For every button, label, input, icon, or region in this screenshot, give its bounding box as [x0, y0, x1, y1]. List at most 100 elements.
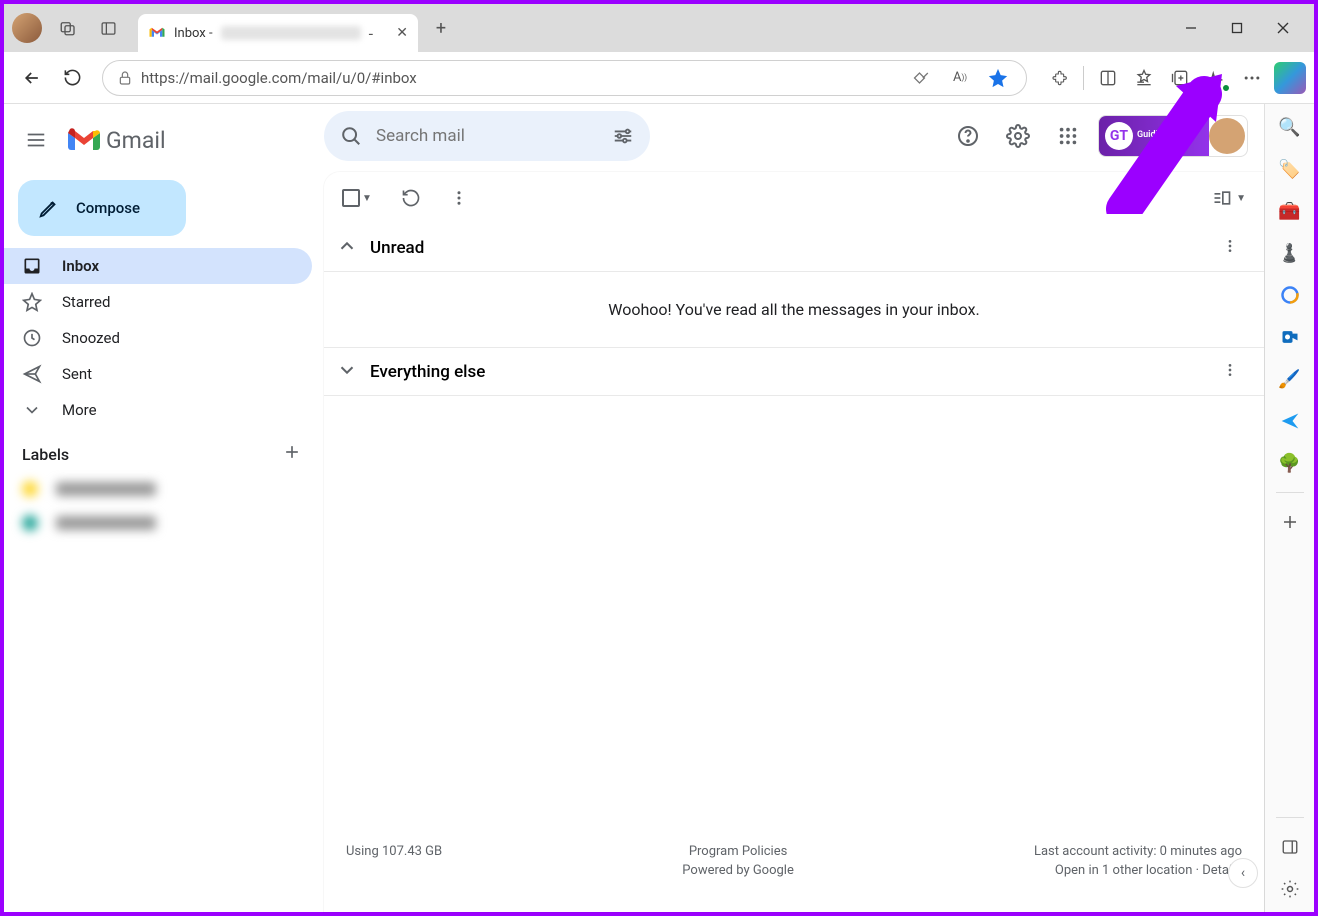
sidebar-send-icon[interactable] [1277, 408, 1303, 434]
label-text-redacted [56, 516, 156, 530]
checkbox-icon [342, 189, 360, 207]
sidebar-search-icon[interactable]: 🔍 [1277, 114, 1303, 140]
sidebar-drop-icon[interactable]: 🖌️ [1277, 366, 1303, 392]
send-icon [22, 364, 42, 384]
sidebar-outlook-icon[interactable] [1277, 324, 1303, 350]
compose-button[interactable]: Compose [18, 180, 186, 236]
read-aloud-icon[interactable]: A)) [946, 64, 974, 92]
collections-icon[interactable] [1166, 64, 1194, 92]
sidebar-panel-icon[interactable] [1277, 834, 1303, 860]
add-label-button[interactable] [282, 442, 302, 466]
split-screen-icon[interactable] [1094, 64, 1122, 92]
maximize-button[interactable] [1214, 12, 1260, 44]
nav-sent[interactable]: Sent [4, 356, 312, 392]
section-unread-title: Unread [370, 238, 424, 258]
support-icon[interactable] [948, 116, 988, 156]
address-bar[interactable]: https://mail.google.com/mail/u/0/#inbox … [102, 60, 1027, 96]
section-unread-header[interactable]: Unread [324, 224, 1264, 272]
section-more-icon[interactable] [1222, 362, 1238, 382]
pencil-icon [38, 197, 60, 219]
account-chip[interactable]: GT Guiding Tech [1098, 115, 1248, 157]
tab-title-prefix: Inbox - [174, 26, 213, 41]
favorites-list-icon[interactable] [1130, 64, 1158, 92]
sidebar-tree-icon[interactable]: 🌳 [1277, 450, 1303, 476]
empty-inbox-message: Woohoo! You've read all the messages in … [324, 272, 1264, 348]
search-input[interactable] [376, 126, 598, 146]
footer-storage: Using 107.43 GB [346, 844, 442, 859]
sidebar-divider [1276, 817, 1304, 818]
extensions-icon[interactable] [1045, 64, 1073, 92]
nav-more[interactable]: More [4, 392, 312, 428]
select-dropdown-icon[interactable]: ▼ [362, 193, 372, 204]
nav-starred[interactable]: Starred [4, 284, 312, 320]
nav-snoozed[interactable]: Snoozed [4, 320, 312, 356]
mail-toolbar: ▼ ▼ [324, 172, 1264, 224]
sidebar-shopping-icon[interactable]: 🏷️ [1277, 156, 1303, 182]
clock-icon [22, 328, 42, 348]
search-options-icon[interactable] [612, 125, 634, 147]
main-menu-icon[interactable] [16, 120, 56, 160]
more-menu-icon[interactable] [1238, 64, 1266, 92]
label-item-redacted[interactable] [4, 506, 324, 540]
gmail-logo[interactable]: Gmail [68, 127, 166, 154]
sidebar-games-icon[interactable]: ♟️ [1277, 240, 1303, 266]
window-controls [1168, 12, 1306, 44]
tab-actions-icon[interactable] [92, 12, 124, 44]
refresh-mail-icon[interactable] [396, 183, 426, 213]
gmail-favicon-icon [148, 24, 166, 42]
close-window-button[interactable] [1260, 12, 1306, 44]
section-more-icon[interactable] [1222, 238, 1238, 258]
chevron-down-icon [22, 400, 42, 420]
more-actions-icon[interactable] [444, 183, 474, 213]
label-text-redacted [56, 482, 156, 496]
edge-sidebar: 🔍 🏷️ 🧰 ♟️ 🖌️ 🌳 [1264, 104, 1314, 912]
chevron-up-icon [336, 235, 358, 261]
content-panel: ▼ ▼ Unread Woohoo! You've read all the m… [324, 172, 1264, 912]
collapse-sidepanel-icon[interactable]: ‹ [1228, 858, 1258, 888]
section-everything-header[interactable]: Everything else [324, 348, 1264, 396]
tracking-prevention-icon[interactable] [908, 64, 936, 92]
footer-powered: Powered by Google [682, 863, 794, 878]
favorite-star-icon[interactable] [984, 64, 1012, 92]
footer-location-link[interactable]: Open in 1 other location · Details [1034, 863, 1242, 878]
profile-avatar [1209, 118, 1245, 154]
tab-title-redacted [221, 26, 361, 40]
apps-grid-icon[interactable] [1048, 116, 1088, 156]
tab-title-dash: - [369, 24, 373, 43]
gmail-header: Gmail [4, 108, 324, 172]
close-tab-icon[interactable]: ✕ [396, 25, 408, 41]
new-tab-button[interactable]: + [426, 13, 456, 43]
browser-toolbar-icons [1045, 62, 1306, 94]
settings-icon[interactable] [998, 116, 1038, 156]
inbox-icon [22, 256, 42, 276]
minimize-button[interactable] [1168, 12, 1214, 44]
active-tab[interactable]: Inbox - - ✕ [138, 14, 418, 52]
main-container: Gmail Compose Inbox Starred Snoozed Sent… [4, 104, 1314, 912]
select-all-checkbox[interactable]: ▼ [342, 189, 372, 207]
back-button[interactable] [12, 58, 52, 98]
section-everything-title: Everything else [370, 362, 485, 382]
footer-policies-link[interactable]: Program Policies [682, 844, 794, 859]
star-icon [22, 292, 42, 312]
browser-tab-bar: Inbox - - ✕ + [4, 4, 1314, 52]
workspaces-icon[interactable] [52, 12, 84, 44]
compose-label: Compose [76, 199, 140, 217]
view-toggle-button[interactable]: ▼ [1212, 189, 1246, 207]
sidebar-office-icon[interactable] [1277, 282, 1303, 308]
tab-controls [52, 12, 124, 44]
sidebar-tools-icon[interactable]: 🧰 [1277, 198, 1303, 224]
chevron-down-icon [336, 359, 358, 385]
copilot-icon[interactable] [1274, 62, 1306, 94]
label-color-dot [22, 515, 38, 531]
refresh-button[interactable] [52, 58, 92, 98]
sidebar-settings-icon[interactable] [1277, 876, 1303, 902]
label-item-redacted[interactable] [4, 472, 324, 506]
sidebar-add-icon[interactable] [1277, 509, 1303, 535]
account-chip-logo: GT Guiding Tech [1099, 116, 1209, 156]
address-bar-row: https://mail.google.com/mail/u/0/#inbox … [4, 52, 1314, 104]
search-box[interactable] [324, 111, 650, 161]
sidebar-divider [1276, 492, 1304, 493]
nav-inbox[interactable]: Inbox [4, 248, 312, 284]
browser-profile-avatar[interactable] [12, 13, 42, 43]
performance-icon[interactable] [1202, 64, 1230, 92]
